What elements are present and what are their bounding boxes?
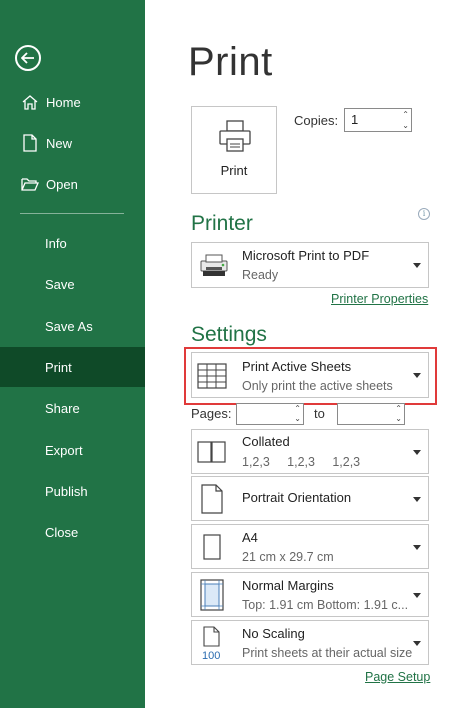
copies-stepper[interactable]: 1 ⌃ ⌄ xyxy=(344,108,412,132)
sidebar-item-label: Export xyxy=(45,442,83,458)
copies-value: 1 xyxy=(351,112,359,127)
chevron-down-icon xyxy=(413,545,421,550)
scaling-dropdown[interactable]: 100 No Scaling Print sheets at their act… xyxy=(191,620,429,665)
margins-dropdown[interactable]: Normal Margins Top: 1.91 cm Bottom: 1.91… xyxy=(191,572,429,617)
printer-icon xyxy=(218,119,252,158)
folder-open-icon xyxy=(19,174,41,194)
portrait-page-icon xyxy=(201,484,223,519)
orientation-dropdown[interactable]: Portrait Orientation xyxy=(191,476,429,521)
collation-dropdown[interactable]: Collated 1,2,3 1,2,3 1,2,3 xyxy=(191,429,429,474)
printer-status: Ready xyxy=(242,268,279,282)
settings-heading: Settings xyxy=(191,323,267,346)
sidebar-item-export[interactable]: Export xyxy=(0,430,145,470)
stepper-arrows-icon[interactable]: ⌃ ⌄ xyxy=(294,404,301,424)
sidebar-item-label: Share xyxy=(45,400,80,416)
page-setup-link[interactable]: Page Setup xyxy=(365,670,430,684)
chevron-down-icon xyxy=(413,497,421,502)
sidebar-item-new[interactable]: New xyxy=(0,123,145,163)
home-icon xyxy=(19,92,41,112)
printer-properties-link[interactable]: Printer Properties xyxy=(331,292,428,306)
pages-label: Pages: xyxy=(191,406,232,421)
sidebar-item-open[interactable]: Open xyxy=(0,164,145,204)
paper-size-dropdown[interactable]: A4 21 cm x 29.7 cm xyxy=(191,524,429,569)
pages-from-input[interactable]: ⌃ ⌄ xyxy=(236,403,304,425)
printer-heading: Printer xyxy=(191,212,253,235)
back-arrow-icon[interactable] xyxy=(15,45,41,71)
collation-subtitle: 1,2,3 1,2,3 1,2,3 xyxy=(242,455,361,469)
copies-label: Copies: xyxy=(294,113,339,128)
pages-to-input[interactable]: ⌃ ⌄ xyxy=(337,403,405,425)
sidebar-item-label: Home xyxy=(46,94,81,110)
sidebar-item-label: Close xyxy=(45,524,79,540)
sidebar-item-share[interactable]: Share xyxy=(0,388,145,428)
sidebar-item-publish[interactable]: Publish xyxy=(0,471,145,511)
pages-to-label: to xyxy=(314,406,325,421)
sidebar-item-label: New xyxy=(46,135,73,151)
sidebar-item-info[interactable]: Info xyxy=(0,223,145,263)
info-icon[interactable]: i xyxy=(418,208,430,220)
chevron-down-icon xyxy=(413,641,421,646)
new-document-icon xyxy=(19,133,41,153)
margins-icon xyxy=(200,579,224,616)
scaling-icon-label: 100 xyxy=(202,650,220,662)
margins-title: Normal Margins xyxy=(242,578,334,593)
paper-icon xyxy=(203,534,221,565)
scaling-title: No Scaling xyxy=(242,626,305,641)
sidebar-item-close[interactable]: Close xyxy=(0,512,145,552)
chevron-down-icon xyxy=(413,263,421,268)
chevron-down-icon xyxy=(413,593,421,598)
paper-size-title: A4 xyxy=(242,530,258,545)
printer-device-icon xyxy=(197,252,231,285)
sidebar-item-label: Save xyxy=(45,276,75,292)
sidebar-item-label: Print xyxy=(45,359,72,375)
collated-pages-icon xyxy=(197,441,227,468)
collation-title: Collated xyxy=(242,434,290,449)
printer-name: Microsoft Print to PDF xyxy=(242,248,370,263)
sidebar-divider xyxy=(20,213,124,214)
backstage-sidebar: Home New Open Info Save Save As Print Sh… xyxy=(0,0,145,708)
print-button[interactable]: Print xyxy=(191,106,277,194)
paper-size-subtitle: 21 cm x 29.7 cm xyxy=(242,550,334,564)
page-title: Print xyxy=(188,40,273,84)
sidebar-item-label: Info xyxy=(45,235,67,251)
sidebar-item-label: Save As xyxy=(45,318,93,334)
printer-dropdown[interactable]: Microsoft Print to PDF Ready xyxy=(191,242,429,288)
chevron-down-icon xyxy=(413,450,421,455)
sidebar-item-print[interactable]: Print xyxy=(0,347,145,387)
scaling-subtitle: Print sheets at their actual size xyxy=(242,646,413,660)
scaling-page-icon: 100 xyxy=(201,626,225,667)
print-button-label: Print xyxy=(220,163,248,178)
stepper-arrows-icon[interactable]: ⌃ ⌄ xyxy=(395,404,402,424)
sidebar-item-save-as[interactable]: Save As xyxy=(0,306,145,346)
sidebar-item-home[interactable]: Home xyxy=(0,82,145,122)
sidebar-item-label: Publish xyxy=(45,483,88,499)
sidebar-item-save[interactable]: Save xyxy=(0,264,145,304)
highlight-box xyxy=(184,347,437,405)
orientation-title: Portrait Orientation xyxy=(242,490,352,505)
sidebar-item-label: Open xyxy=(46,176,78,192)
margins-subtitle: Top: 1.91 cm Bottom: 1.91 c... xyxy=(242,598,409,612)
stepper-arrows-icon[interactable]: ⌃ ⌄ xyxy=(402,109,409,131)
